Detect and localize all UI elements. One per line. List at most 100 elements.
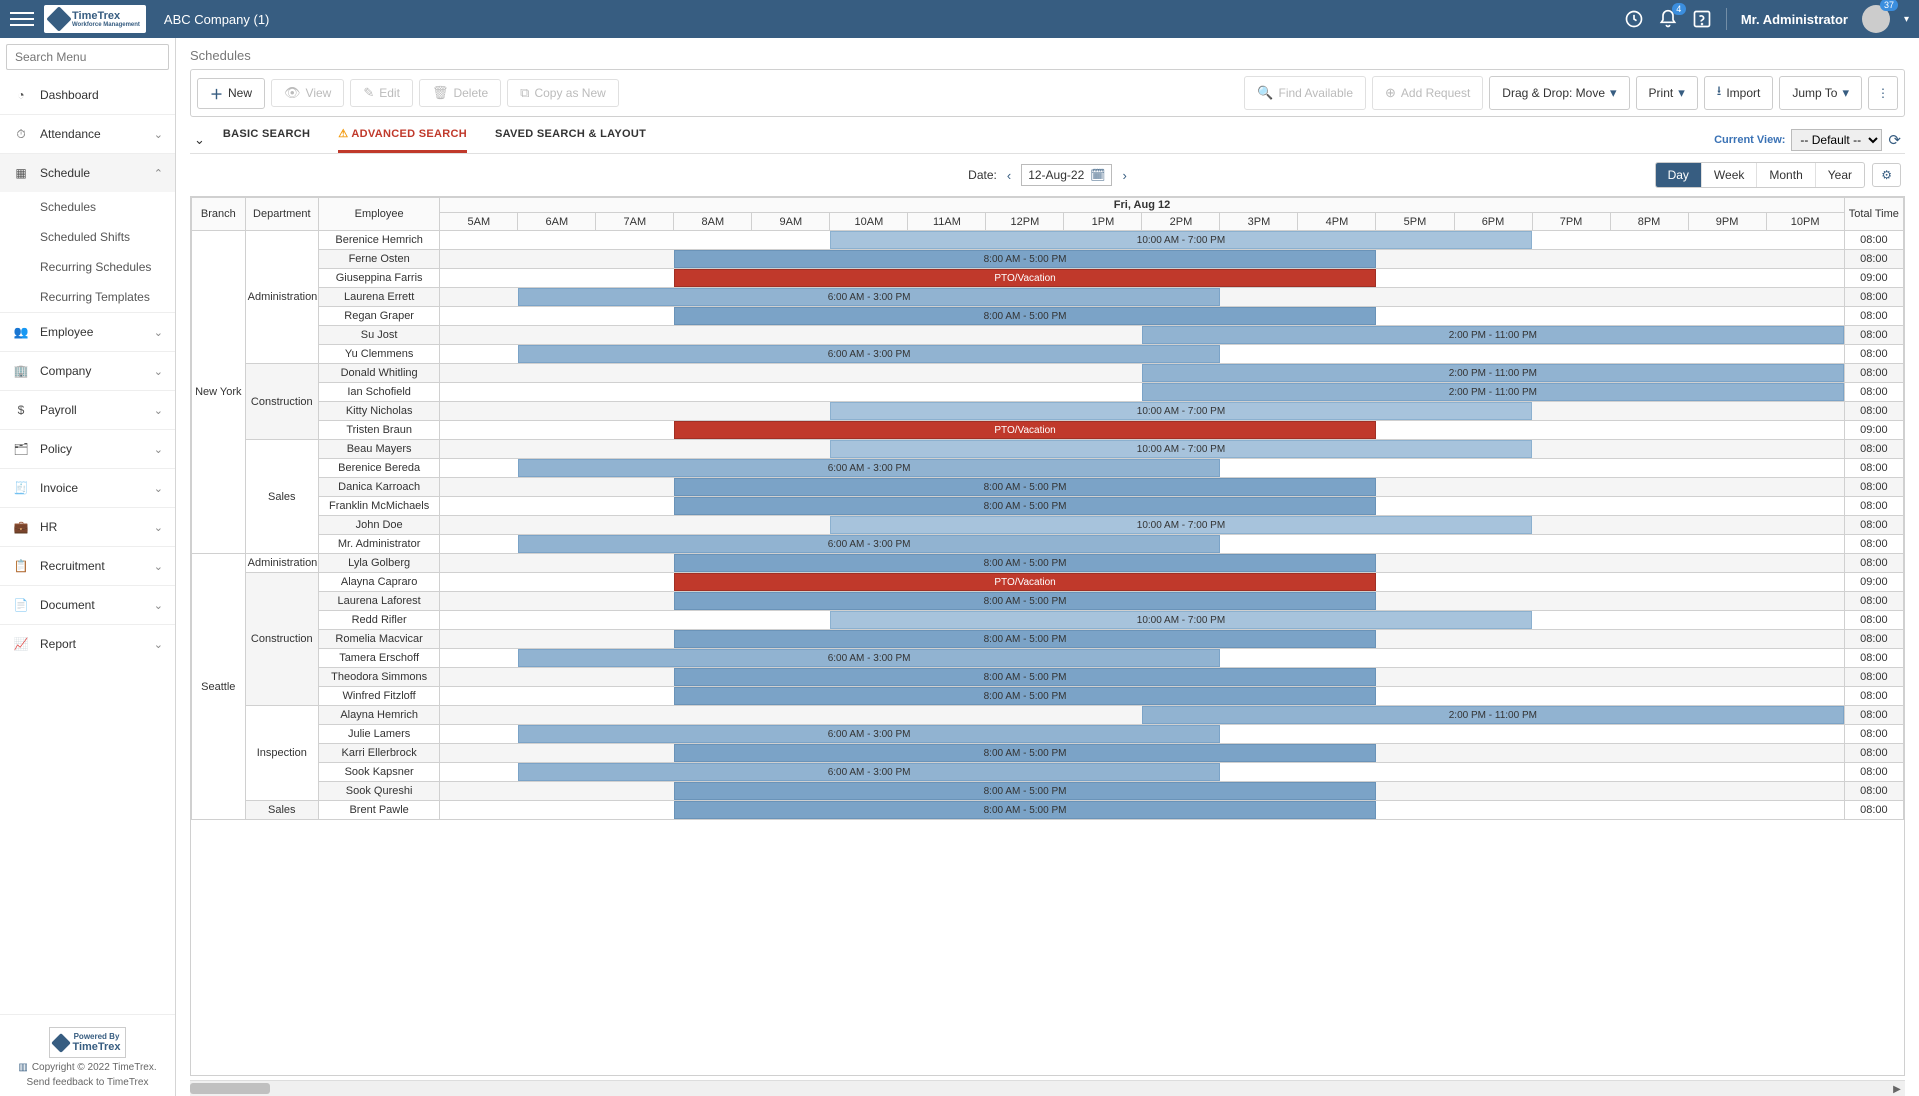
- sidebar-item-company[interactable]: 🏢 Company ⌄: [0, 351, 175, 390]
- employee-cell[interactable]: Tristen Braun: [318, 421, 439, 440]
- import-button[interactable]: ⭳Import: [1704, 76, 1774, 110]
- schedule-cell[interactable]: 6:00 AM - 3:00 PM: [440, 763, 1844, 782]
- employee-cell[interactable]: Julie Lamers: [318, 725, 439, 744]
- search-input[interactable]: [6, 44, 169, 70]
- clock-icon[interactable]: [1624, 9, 1644, 29]
- schedule-bar[interactable]: 2:00 PM - 11:00 PM: [1142, 706, 1844, 724]
- schedule-bar[interactable]: PTO/Vacation: [674, 269, 1376, 287]
- employee-cell[interactable]: Laurena Laforest: [318, 592, 439, 611]
- schedule-bar[interactable]: 6:00 AM - 3:00 PM: [518, 288, 1220, 306]
- tab-saved-search[interactable]: SAVED SEARCH & LAYOUT: [495, 128, 646, 153]
- schedule-bar[interactable]: 8:00 AM - 5:00 PM: [674, 250, 1376, 268]
- expand-chevron-icon[interactable]: ⌄: [194, 132, 205, 148]
- schedule-cell[interactable]: 6:00 AM - 3:00 PM: [440, 535, 1844, 554]
- schedule-cell[interactable]: PTO/Vacation: [440, 269, 1844, 288]
- schedule-bar[interactable]: 8:00 AM - 5:00 PM: [674, 554, 1376, 572]
- scroll-thumb[interactable]: [190, 1083, 270, 1094]
- current-view-select[interactable]: -- Default --: [1791, 129, 1882, 151]
- date-prev-icon[interactable]: ‹: [1007, 168, 1011, 183]
- schedule-cell[interactable]: 8:00 AM - 5:00 PM: [440, 801, 1844, 820]
- employee-cell[interactable]: Berenice Bereda: [318, 459, 439, 478]
- user-name[interactable]: Mr. Administrator: [1741, 12, 1848, 27]
- schedule-bar[interactable]: 8:00 AM - 5:00 PM: [674, 801, 1376, 819]
- schedule-cell[interactable]: 6:00 AM - 3:00 PM: [440, 288, 1844, 307]
- drag-drop-button[interactable]: Drag & Drop: Move▾: [1489, 76, 1629, 110]
- employee-cell[interactable]: Winfred Fitzloff: [318, 687, 439, 706]
- schedule-cell[interactable]: 6:00 AM - 3:00 PM: [440, 725, 1844, 744]
- schedule-bar[interactable]: 8:00 AM - 5:00 PM: [674, 687, 1376, 705]
- employee-cell[interactable]: Karri Ellerbrock: [318, 744, 439, 763]
- sidebar-item-hr[interactable]: 💼 HR ⌄: [0, 507, 175, 546]
- help-icon[interactable]: [1692, 9, 1712, 29]
- schedule-cell[interactable]: 8:00 AM - 5:00 PM: [440, 497, 1844, 516]
- schedule-bar[interactable]: 6:00 AM - 3:00 PM: [518, 345, 1220, 363]
- more-button[interactable]: ⋮: [1868, 76, 1898, 110]
- schedule-bar[interactable]: PTO/Vacation: [674, 573, 1376, 591]
- employee-cell[interactable]: Sook Kapsner: [318, 763, 439, 782]
- employee-cell[interactable]: Donald Whitling: [318, 364, 439, 383]
- employee-cell[interactable]: Tamera Erschoff: [318, 649, 439, 668]
- sidebar-item-payroll[interactable]: $ Payroll ⌄: [0, 390, 175, 429]
- employee-cell[interactable]: Danica Karroach: [318, 478, 439, 497]
- schedule-bar[interactable]: 10:00 AM - 7:00 PM: [830, 231, 1532, 249]
- schedule-bar[interactable]: 10:00 AM - 7:00 PM: [830, 611, 1532, 629]
- schedule-bar[interactable]: 6:00 AM - 3:00 PM: [518, 459, 1220, 477]
- new-button[interactable]: ＋New: [197, 78, 265, 109]
- view-mode-day[interactable]: Day: [1656, 163, 1702, 187]
- employee-cell[interactable]: Ian Schofield: [318, 383, 439, 402]
- sidebar-item-dashboard[interactable]: ◔ Dashboard: [0, 76, 175, 114]
- schedule-cell[interactable]: 8:00 AM - 5:00 PM: [440, 630, 1844, 649]
- sidebar-item-schedule[interactable]: ▦ Schedule ⌃: [0, 153, 175, 192]
- schedule-bar[interactable]: 8:00 AM - 5:00 PM: [674, 668, 1376, 686]
- employee-cell[interactable]: Lyla Golberg: [318, 554, 439, 573]
- sidebar-item-report[interactable]: 📈 Report ⌄: [0, 624, 175, 663]
- employee-cell[interactable]: Beau Mayers: [318, 440, 439, 459]
- schedule-cell[interactable]: 6:00 AM - 3:00 PM: [440, 459, 1844, 478]
- schedule-cell[interactable]: 2:00 PM - 11:00 PM: [440, 364, 1844, 383]
- schedule-bar[interactable]: 8:00 AM - 5:00 PM: [674, 497, 1376, 515]
- employee-cell[interactable]: Laurena Errett: [318, 288, 439, 307]
- schedule-bar[interactable]: 6:00 AM - 3:00 PM: [518, 763, 1220, 781]
- employee-cell[interactable]: Redd Rifler: [318, 611, 439, 630]
- schedule-cell[interactable]: PTO/Vacation: [440, 573, 1844, 592]
- tab-advanced-search[interactable]: ⚠ADVANCED SEARCH: [338, 127, 467, 153]
- view-mode-week[interactable]: Week: [1702, 163, 1757, 187]
- feedback-link[interactable]: Send feedback to TimeTrex: [8, 1077, 167, 1088]
- employee-cell[interactable]: Alayna Hemrich: [318, 706, 439, 725]
- view-mode-year[interactable]: Year: [1816, 163, 1864, 187]
- schedule-cell[interactable]: 2:00 PM - 11:00 PM: [440, 326, 1844, 345]
- employee-cell[interactable]: Kitty Nicholas: [318, 402, 439, 421]
- schedule-cell[interactable]: 8:00 AM - 5:00 PM: [440, 782, 1844, 801]
- schedule-cell[interactable]: 8:00 AM - 5:00 PM: [440, 554, 1844, 573]
- schedule-cell[interactable]: 10:00 AM - 7:00 PM: [440, 516, 1844, 535]
- view-mode-month[interactable]: Month: [1757, 163, 1815, 187]
- schedule-bar[interactable]: 8:00 AM - 5:00 PM: [674, 744, 1376, 762]
- schedule-cell[interactable]: 8:00 AM - 5:00 PM: [440, 687, 1844, 706]
- employee-cell[interactable]: Giuseppina Farris: [318, 269, 439, 288]
- employee-cell[interactable]: Romelia Macvicar: [318, 630, 439, 649]
- employee-cell[interactable]: Yu Clemmens: [318, 345, 439, 364]
- employee-cell[interactable]: Sook Qureshi: [318, 782, 439, 801]
- chart-icon[interactable]: ▥: [18, 1062, 27, 1073]
- sidebar-item-attendance[interactable]: ⏱ Attendance ⌄: [0, 114, 175, 153]
- schedule-bar[interactable]: 10:00 AM - 7:00 PM: [830, 516, 1532, 534]
- schedule-bar[interactable]: 6:00 AM - 3:00 PM: [518, 725, 1220, 743]
- employee-cell[interactable]: Berenice Hemrich: [318, 231, 439, 250]
- app-logo[interactable]: TimeTrex Workforce Management: [44, 5, 146, 33]
- schedule-cell[interactable]: 8:00 AM - 5:00 PM: [440, 478, 1844, 497]
- schedule-cell[interactable]: 8:00 AM - 5:00 PM: [440, 307, 1844, 326]
- sidebar-subitem-recurring-schedules[interactable]: Recurring Schedules: [28, 252, 175, 282]
- schedule-bar[interactable]: 10:00 AM - 7:00 PM: [830, 440, 1532, 458]
- sidebar-item-recruitment[interactable]: 📋 Recruitment ⌄: [0, 546, 175, 585]
- sidebar-item-document[interactable]: 📄 Document ⌄: [0, 585, 175, 624]
- employee-cell[interactable]: Mr. Administrator: [318, 535, 439, 554]
- schedule-bar[interactable]: 8:00 AM - 5:00 PM: [674, 630, 1376, 648]
- refresh-icon[interactable]: ⟳: [1888, 131, 1901, 149]
- schedule-bar[interactable]: 2:00 PM - 11:00 PM: [1142, 364, 1844, 382]
- schedule-cell[interactable]: 2:00 PM - 11:00 PM: [440, 383, 1844, 402]
- schedule-cell[interactable]: 8:00 AM - 5:00 PM: [440, 668, 1844, 687]
- settings-icon[interactable]: ⚙: [1872, 163, 1901, 187]
- schedule-cell[interactable]: 8:00 AM - 5:00 PM: [440, 744, 1844, 763]
- employee-cell[interactable]: Brent Pawle: [318, 801, 439, 820]
- schedule-cell[interactable]: 10:00 AM - 7:00 PM: [440, 402, 1844, 421]
